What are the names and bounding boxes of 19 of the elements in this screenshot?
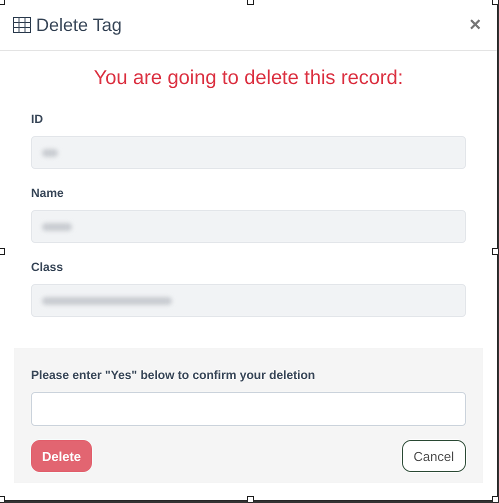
confirm-prompt: Please enter "Yes" below to confirm your deletion bbox=[31, 368, 316, 382]
resize-handle[interactable] bbox=[492, 248, 499, 255]
warning-text: You are going to delete this record: bbox=[92, 67, 404, 90]
table-icon bbox=[13, 17, 31, 33]
dialog-title: Delete Tag bbox=[36, 14, 122, 36]
resize-handle[interactable] bbox=[247, 496, 254, 503]
resize-handle[interactable] bbox=[492, 0, 499, 5]
field-label: Class bbox=[31, 260, 64, 274]
cancel-button[interactable]: Cancel bbox=[402, 440, 466, 472]
resize-handle[interactable] bbox=[0, 248, 5, 255]
resize-handle[interactable] bbox=[492, 496, 499, 503]
blurred-text bbox=[42, 148, 58, 156]
input-field[interactable] bbox=[31, 392, 466, 426]
close-button[interactable]: × bbox=[467, 15, 483, 35]
field-label: Name bbox=[31, 186, 65, 200]
blurred-text bbox=[42, 222, 72, 230]
resize-handle[interactable] bbox=[0, 496, 5, 503]
resize-handle[interactable] bbox=[247, 0, 254, 5]
field-label: ID bbox=[31, 112, 44, 126]
